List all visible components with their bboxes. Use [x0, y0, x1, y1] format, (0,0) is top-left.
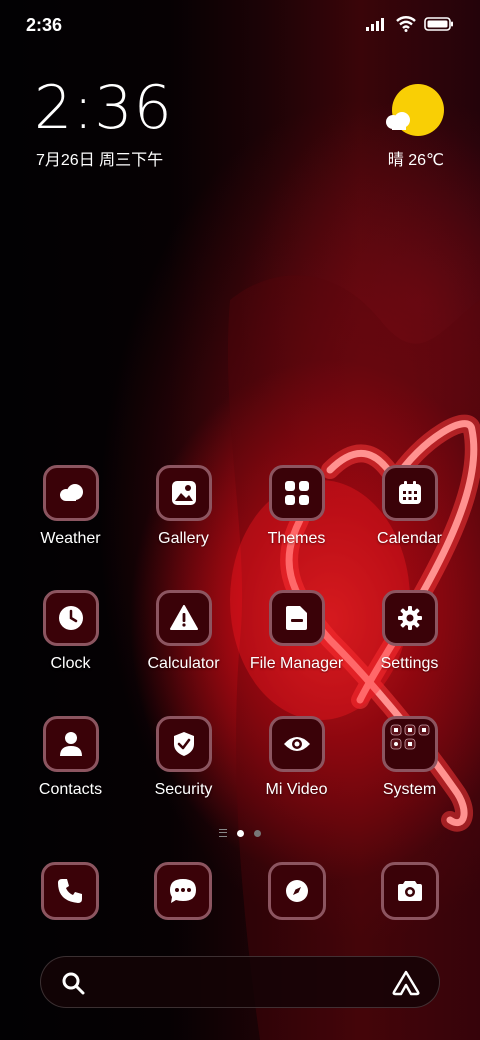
- app-label: Contacts: [38, 781, 103, 798]
- page-dot[interactable]: [254, 829, 261, 837]
- app-settings[interactable]: Settings: [353, 590, 466, 673]
- cloud-icon: [386, 112, 410, 130]
- app-weather[interactable]: Weather: [14, 465, 127, 548]
- list-view-indicator-icon[interactable]: [219, 829, 227, 837]
- search-bar[interactable]: [40, 956, 440, 1008]
- search-icon: [62, 972, 85, 995]
- app-gallery[interactable]: Gallery: [127, 465, 240, 548]
- app-mi-video[interactable]: Mi Video: [240, 716, 353, 799]
- app-label: Themes: [267, 530, 326, 547]
- clock-widget-time[interactable]: 2:36: [34, 76, 173, 140]
- app-system-folder[interactable]: System: [353, 716, 466, 799]
- wifi-icon: [396, 16, 416, 32]
- weather-widget-text[interactable]: 晴 26℃: [388, 146, 444, 170]
- browser-icon: [267, 862, 326, 920]
- app-label: Settings: [380, 655, 439, 672]
- status-icons: [366, 16, 454, 32]
- weather-icon: [42, 465, 99, 521]
- themes-icon: [268, 465, 325, 521]
- app-file-manager[interactable]: File Manager: [240, 590, 353, 673]
- app-contacts[interactable]: Contacts: [14, 716, 127, 799]
- app-label: Calculator: [147, 655, 220, 672]
- app-label: Security: [154, 781, 213, 798]
- gallery-icon: [155, 465, 212, 521]
- file-manager-icon: [268, 590, 325, 646]
- app-label: Mi Video: [265, 781, 328, 798]
- phone-icon: [40, 862, 99, 920]
- status-time: 2:36: [26, 15, 63, 35]
- battery-icon: [424, 17, 453, 31]
- messages-icon: [153, 862, 212, 920]
- dock-phone[interactable]: [13, 862, 126, 920]
- clock-icon: [42, 590, 99, 646]
- signal-icon: [366, 18, 384, 31]
- system-folder-icon: [381, 716, 438, 772]
- dock-camera[interactable]: [353, 862, 466, 920]
- app-label: Clock: [50, 655, 91, 672]
- app-label: Calendar: [377, 530, 442, 547]
- page-indicator[interactable]: [0, 829, 480, 837]
- assistant-icon[interactable]: [391, 970, 421, 996]
- app-label: Weather: [40, 530, 101, 547]
- calculator-icon: [155, 590, 212, 646]
- mi-video-icon: [268, 716, 325, 772]
- app-label: File Manager: [249, 655, 344, 672]
- app-clock[interactable]: Clock: [14, 590, 127, 673]
- settings-icon: [381, 590, 438, 646]
- calendar-icon: [381, 465, 438, 521]
- clock-widget-date[interactable]: 7月26日 周三下午: [36, 146, 163, 170]
- dock-browser[interactable]: [240, 862, 353, 920]
- page-dot-active[interactable]: [237, 829, 244, 837]
- contacts-icon: [42, 716, 99, 772]
- app-security[interactable]: Security: [127, 716, 240, 799]
- app-calculator[interactable]: Calculator: [127, 590, 240, 673]
- security-icon: [155, 716, 212, 772]
- app-themes[interactable]: Themes: [240, 465, 353, 548]
- app-calendar[interactable]: Calendar: [353, 465, 466, 548]
- dock-messages[interactable]: [126, 862, 239, 920]
- app-label: Gallery: [158, 530, 209, 547]
- camera-icon: [380, 862, 439, 920]
- status-bar: 2:36: [0, 0, 480, 50]
- app-label: System: [382, 781, 437, 798]
